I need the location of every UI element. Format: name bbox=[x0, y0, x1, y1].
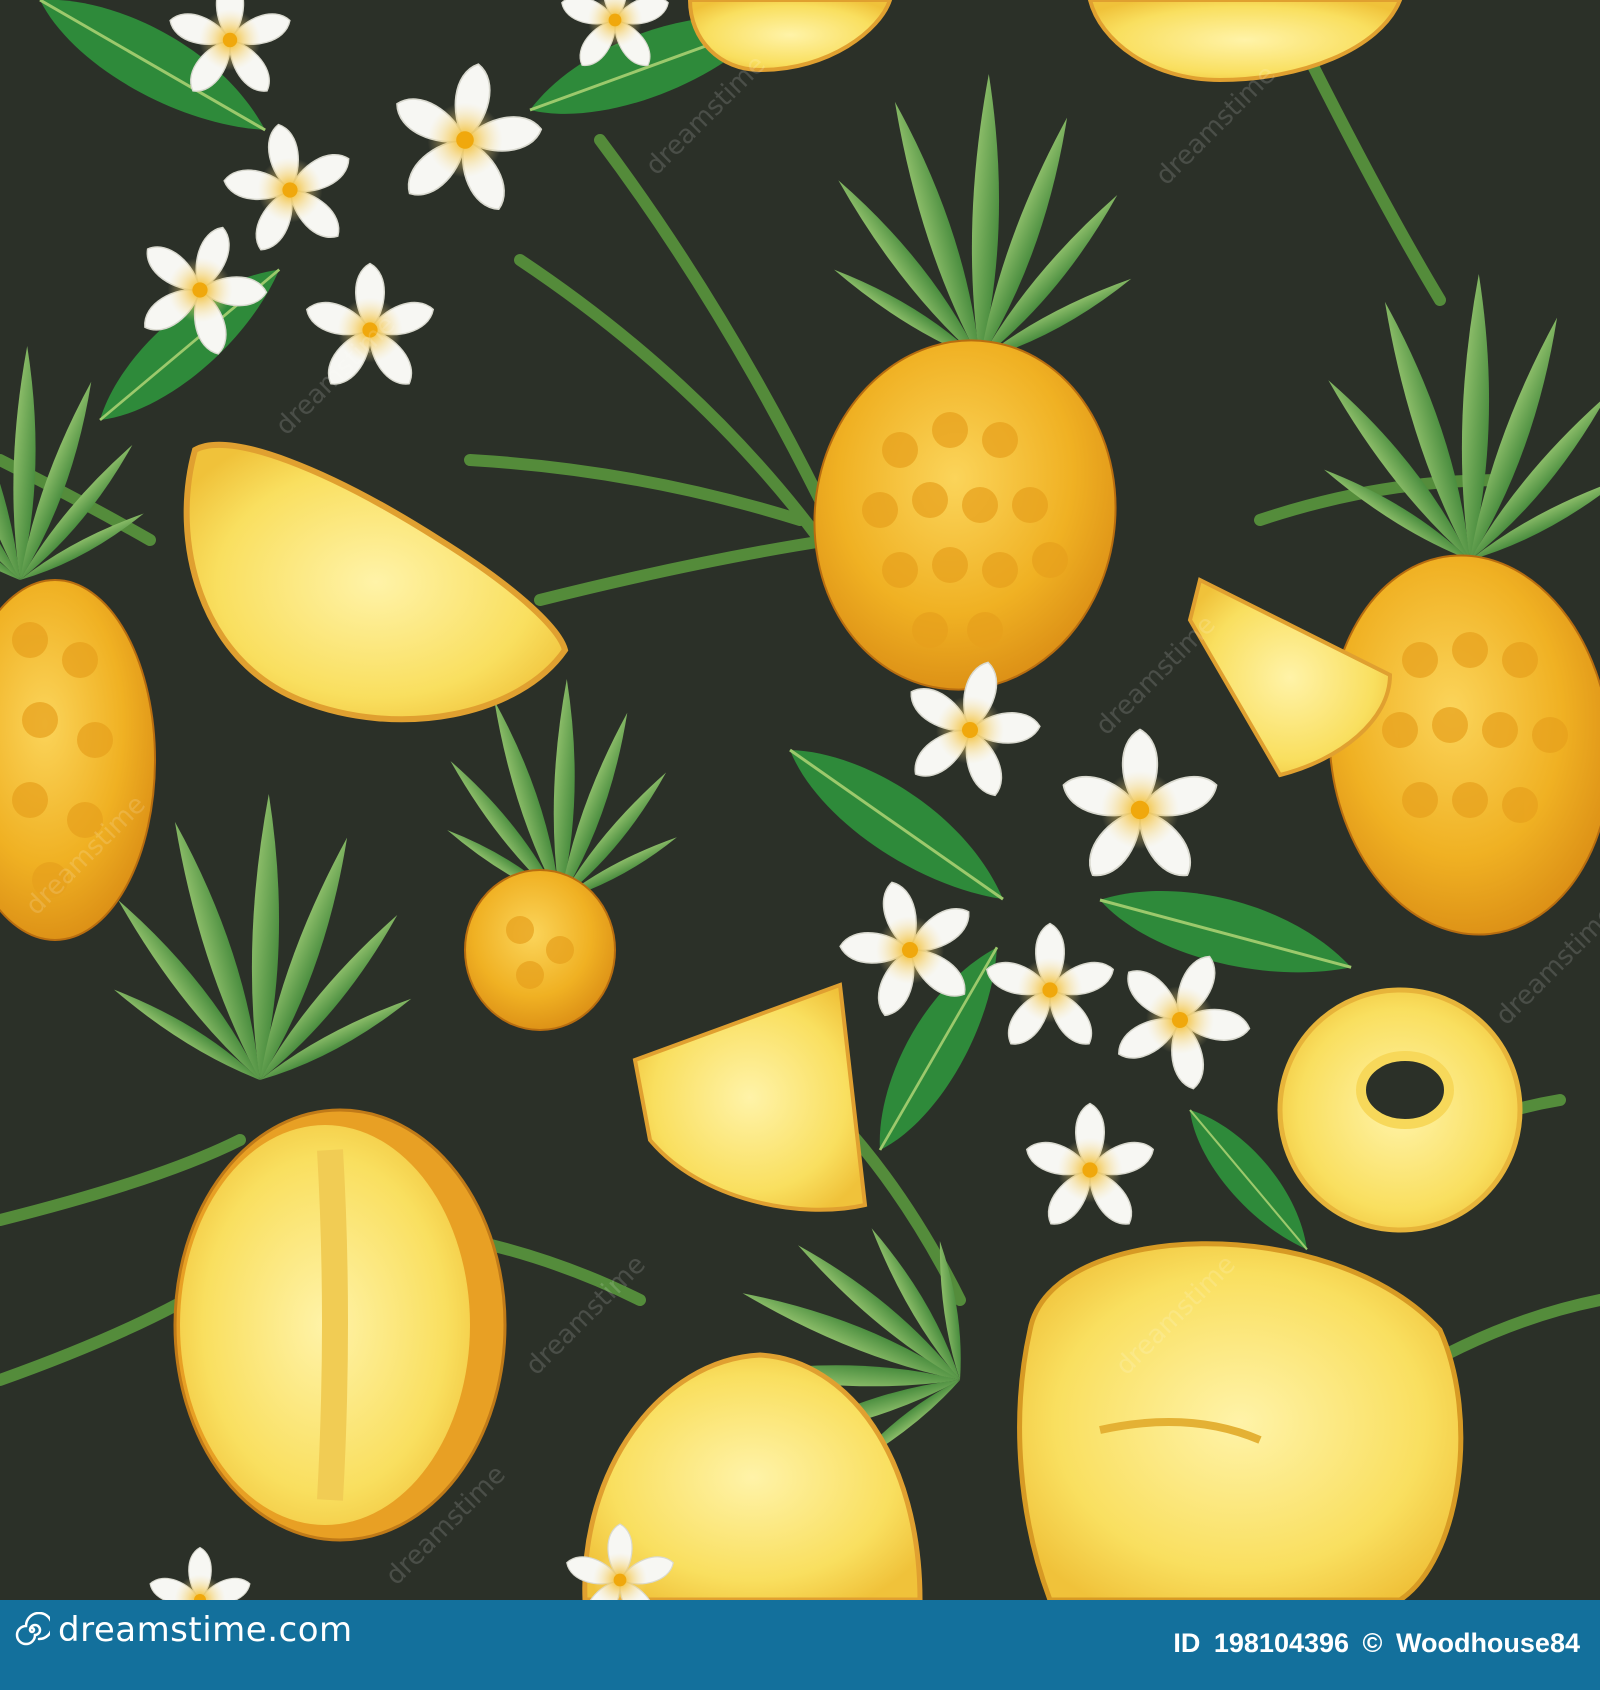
spiral-logo-icon bbox=[14, 1611, 54, 1648]
copyright-icon: © bbox=[1362, 1628, 1383, 1658]
pattern-image: dreamstime dreamstime dreamstime dreamst… bbox=[0, 0, 1600, 1600]
image-credit: ID 198104396 © Woodhouse84 bbox=[1167, 1628, 1580, 1659]
id-label: ID bbox=[1173, 1628, 1201, 1658]
pineapple-pattern-artwork bbox=[0, 0, 1600, 1600]
brand-name: dreamstime.com bbox=[58, 1610, 353, 1650]
author-name[interactable]: Woodhouse84 bbox=[1396, 1628, 1580, 1658]
id-value: 198104396 bbox=[1213, 1628, 1350, 1658]
stock-footer-bar: dreamstime.com ID 198104396 © Woodhouse8… bbox=[0, 1600, 1600, 1690]
brand-logo[interactable]: dreamstime.com bbox=[14, 1610, 353, 1650]
